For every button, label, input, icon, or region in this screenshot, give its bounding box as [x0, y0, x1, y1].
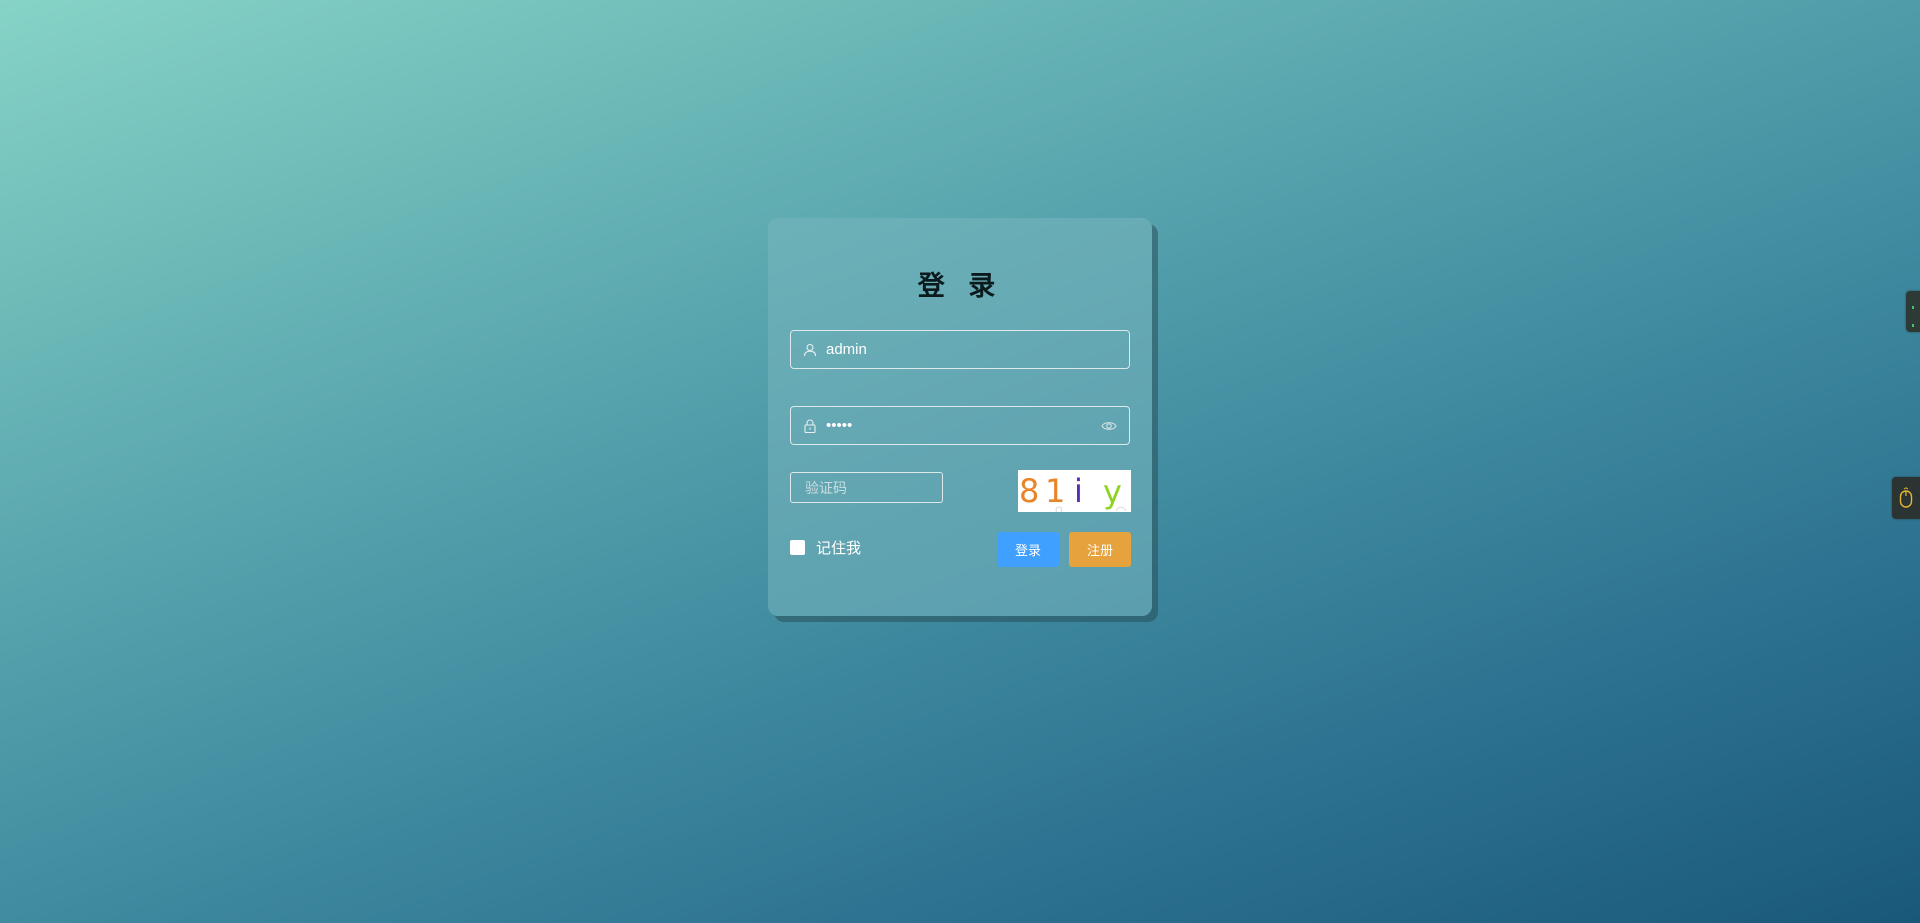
login-title: 登 录: [917, 271, 1003, 302]
mouse-icon[interactable]: [1892, 477, 1920, 519]
captcha-input[interactable]: [790, 472, 943, 503]
login-card: 登 录 8 1 i y: [768, 218, 1152, 616]
checkbox-box[interactable]: [790, 540, 805, 555]
eye-icon[interactable]: [1100, 417, 1118, 435]
login-button[interactable]: 登录: [997, 532, 1059, 567]
lock-icon: [802, 418, 818, 434]
captcha-image[interactable]: 8 1 i y: [1018, 470, 1131, 512]
captcha-noise: [1055, 506, 1127, 512]
username-field[interactable]: [790, 330, 1130, 369]
password-field[interactable]: [790, 406, 1130, 445]
user-icon: [802, 342, 818, 358]
password-input[interactable]: [818, 407, 1100, 444]
username-input[interactable]: [818, 331, 1129, 368]
remember-me-checkbox[interactable]: 记住我: [790, 537, 861, 558]
register-button[interactable]: 注册: [1069, 532, 1131, 567]
extension-handle-icon[interactable]: [1906, 291, 1920, 332]
remember-me-label: 记住我: [816, 540, 862, 557]
